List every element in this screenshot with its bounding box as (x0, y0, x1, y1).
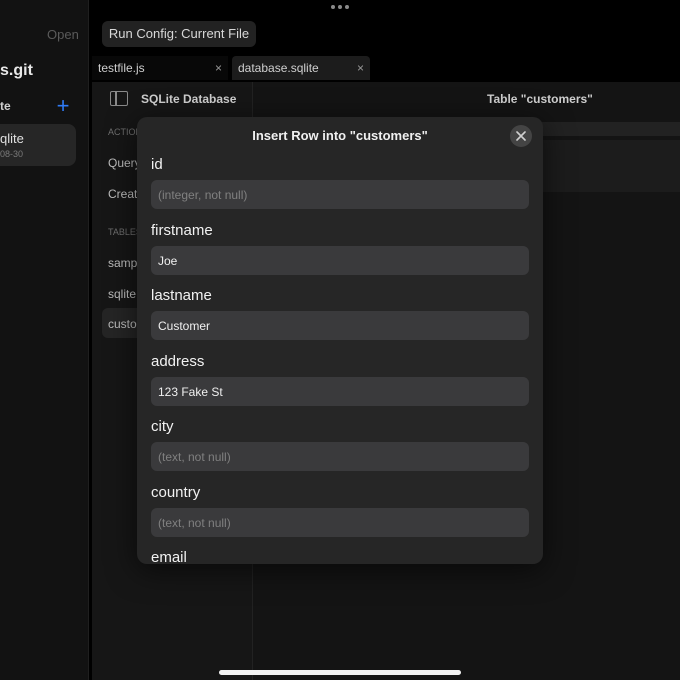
table-title: Table "customers" (487, 92, 593, 106)
field-label: id (151, 156, 163, 173)
tab-label: database.sqlite (238, 61, 319, 75)
action-query[interactable]: Query (108, 156, 141, 170)
table-rows (540, 140, 680, 192)
id-input[interactable] (151, 180, 529, 209)
table-header (540, 122, 680, 136)
table-item[interactable]: samp (108, 256, 137, 270)
open-button[interactable]: Open (47, 27, 79, 42)
field-label: firstname (151, 222, 213, 239)
dialog-title: Insert Row into "customers" (252, 128, 428, 143)
tab-testfile[interactable]: testfile.js × (92, 56, 228, 80)
tab-database[interactable]: database.sqlite × (232, 56, 370, 80)
plus-icon[interactable]: + (54, 95, 72, 117)
repo-title: s.git (0, 62, 33, 79)
section-label: te (0, 99, 11, 113)
tab-label: testfile.js (98, 61, 145, 75)
ellipsis-icon[interactable] (331, 3, 349, 11)
home-indicator[interactable] (219, 670, 461, 675)
field-label: lastname (151, 287, 212, 304)
file-name: qlite (0, 131, 24, 146)
sidebar-toggle-icon[interactable] (110, 91, 128, 106)
close-button[interactable] (510, 125, 532, 147)
file-date: 08-30 (0, 149, 24, 159)
table-item[interactable]: custo (108, 317, 137, 331)
country-input[interactable] (151, 508, 529, 537)
close-icon[interactable]: × (215, 56, 222, 80)
address-input[interactable] (151, 377, 529, 406)
run-config-button[interactable]: Run Config: Current File (102, 21, 256, 47)
close-icon (516, 131, 526, 141)
city-input[interactable] (151, 442, 529, 471)
field-label: email (151, 549, 187, 564)
file-sidebar (0, 0, 89, 680)
file-list-item[interactable]: qlite 08-30 (0, 124, 76, 166)
lastname-input[interactable] (151, 311, 529, 340)
field-label: address (151, 353, 205, 370)
table-item[interactable]: sqlite (108, 287, 136, 301)
field-label: city (151, 418, 174, 435)
database-title: SQLite Database (141, 92, 237, 106)
field-label: country (151, 484, 201, 501)
action-create[interactable]: Creat (108, 187, 137, 201)
firstname-input[interactable] (151, 246, 529, 275)
insert-row-dialog: Insert Row into "customers" id firstname… (137, 117, 543, 564)
close-icon[interactable]: × (357, 56, 364, 80)
